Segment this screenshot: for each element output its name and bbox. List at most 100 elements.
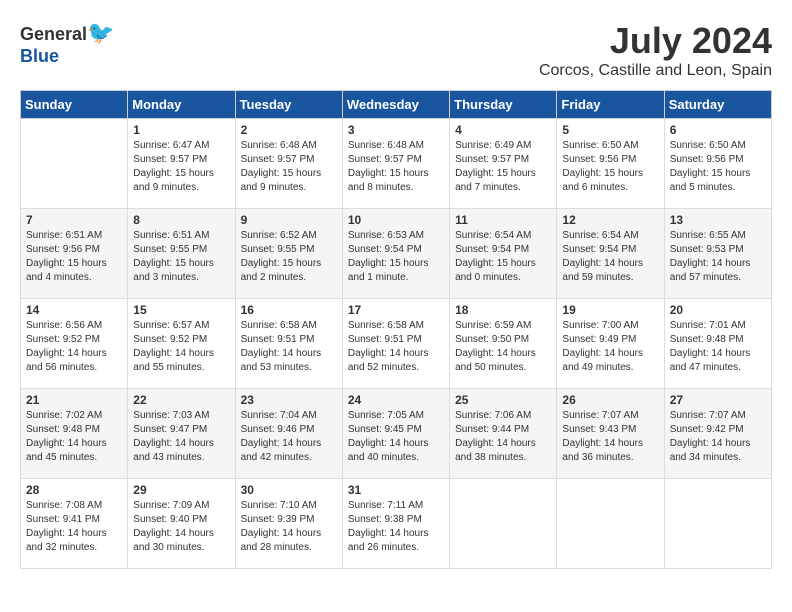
day-number: 2 <box>241 123 337 137</box>
calendar-cell: 28 Sunrise: 7:08 AMSunset: 9:41 PMDayligh… <box>21 479 128 569</box>
day-number: 26 <box>562 393 658 407</box>
month-year-title: July 2024 <box>539 20 772 62</box>
calendar-cell: 16 Sunrise: 6:58 AMSunset: 9:51 PMDayligh… <box>235 299 342 389</box>
day-number: 7 <box>26 213 122 227</box>
day-info: Sunrise: 6:59 AMSunset: 9:50 PMDaylight:… <box>455 319 551 375</box>
day-info: Sunrise: 6:49 AMSunset: 9:57 PMDaylight:… <box>455 139 551 195</box>
day-number: 1 <box>133 123 229 137</box>
day-number: 12 <box>562 213 658 227</box>
calendar-cell: 11Sunrise: 6:54 AMSunset: 9:54 PMDayligh… <box>450 209 557 299</box>
calendar-cell: 18 Sunrise: 6:59 AMSunset: 9:50 PMDayligh… <box>450 299 557 389</box>
day-number: 20 <box>670 303 766 317</box>
calendar-cell: 27Sunrise: 7:07 AMSunset: 9:42 PMDayligh… <box>664 389 771 479</box>
calendar-cell: 26 Sunrise: 7:07 AMSunset: 9:43 PMDayligh… <box>557 389 664 479</box>
day-info: Sunrise: 7:01 AMSunset: 9:48 PMDaylight:… <box>670 319 766 375</box>
day-info: Sunrise: 7:11 AMSunset: 9:38 PMDaylight:… <box>348 499 444 555</box>
day-of-week-header: Saturday <box>664 91 771 119</box>
calendar-cell: 12 Sunrise: 6:54 AMSunset: 9:54 PMDayligh… <box>557 209 664 299</box>
calendar-cell: 7 Sunrise: 6:51 AMSunset: 9:56 PMDaylight… <box>21 209 128 299</box>
day-info: Sunrise: 6:50 AMSunset: 9:56 PMDaylight:… <box>562 139 658 195</box>
title-block: July 2024 Corcos, Castille and Leon, Spa… <box>539 20 772 80</box>
calendar-cell <box>557 479 664 569</box>
day-info: Sunrise: 6:52 AMSunset: 9:55 PMDaylight:… <box>241 229 337 285</box>
day-info: Sunrise: 6:54 AMSunset: 9:54 PMDaylight:… <box>562 229 658 285</box>
calendar-cell: 6 Sunrise: 6:50 AMSunset: 9:56 PMDaylight… <box>664 119 771 209</box>
day-number: 5 <box>562 123 658 137</box>
calendar-cell: 29Sunrise: 7:09 AMSunset: 9:40 PMDayligh… <box>128 479 235 569</box>
day-of-week-header: Sunday <box>21 91 128 119</box>
day-info: Sunrise: 6:51 AMSunset: 9:56 PMDaylight:… <box>26 229 122 285</box>
day-number: 27 <box>670 393 766 407</box>
day-number: 6 <box>670 123 766 137</box>
calendar-cell <box>21 119 128 209</box>
page-header: General🐦 Blue July 2024 Corcos, Castille… <box>20 20 772 80</box>
day-of-week-header: Tuesday <box>235 91 342 119</box>
calendar-cell: 5 Sunrise: 6:50 AMSunset: 9:56 PMDaylight… <box>557 119 664 209</box>
day-info: Sunrise: 6:50 AMSunset: 9:56 PMDaylight:… <box>670 139 766 195</box>
logo-bird-icon: 🐦 <box>87 20 114 45</box>
calendar-cell: 24 Sunrise: 7:05 AMSunset: 9:45 PMDayligh… <box>342 389 449 479</box>
day-info: Sunrise: 6:58 AMSunset: 9:51 PMDaylight:… <box>348 319 444 375</box>
day-info: Sunrise: 7:03 AMSunset: 9:47 PMDaylight:… <box>133 409 229 465</box>
day-info: Sunrise: 7:08 AMSunset: 9:41 PMDaylight:… <box>26 499 122 555</box>
calendar-week-row: 1 Sunrise: 6:47 AMSunset: 9:57 PMDaylight… <box>21 119 772 209</box>
day-info: Sunrise: 7:09 AMSunset: 9:40 PMDaylight:… <box>133 499 229 555</box>
day-of-week-header: Friday <box>557 91 664 119</box>
day-number: 14 <box>26 303 122 317</box>
calendar-cell: 19 Sunrise: 7:00 AMSunset: 9:49 PMDayligh… <box>557 299 664 389</box>
day-of-week-header: Monday <box>128 91 235 119</box>
day-info: Sunrise: 6:58 AMSunset: 9:51 PMDaylight:… <box>241 319 337 375</box>
day-number: 22 <box>133 393 229 407</box>
calendar-cell: 31 Sunrise: 7:11 AMSunset: 9:38 PMDayligh… <box>342 479 449 569</box>
calendar-week-row: 28 Sunrise: 7:08 AMSunset: 9:41 PMDayligh… <box>21 479 772 569</box>
calendar-cell: 30 Sunrise: 7:10 AMSunset: 9:39 PMDayligh… <box>235 479 342 569</box>
day-info: Sunrise: 6:51 AMSunset: 9:55 PMDaylight:… <box>133 229 229 285</box>
day-number: 30 <box>241 483 337 497</box>
day-number: 9 <box>241 213 337 227</box>
calendar-week-row: 21Sunrise: 7:02 AMSunset: 9:48 PMDayligh… <box>21 389 772 479</box>
calendar-week-row: 7 Sunrise: 6:51 AMSunset: 9:56 PMDaylight… <box>21 209 772 299</box>
calendar-cell <box>450 479 557 569</box>
day-number: 28 <box>26 483 122 497</box>
day-info: Sunrise: 7:10 AMSunset: 9:39 PMDaylight:… <box>241 499 337 555</box>
day-info: Sunrise: 7:00 AMSunset: 9:49 PMDaylight:… <box>562 319 658 375</box>
calendar-cell: 4Sunrise: 6:49 AMSunset: 9:57 PMDaylight… <box>450 119 557 209</box>
calendar-cell: 23 Sunrise: 7:04 AMSunset: 9:46 PMDayligh… <box>235 389 342 479</box>
day-info: Sunrise: 6:48 AMSunset: 9:57 PMDaylight:… <box>241 139 337 195</box>
day-number: 19 <box>562 303 658 317</box>
day-number: 3 <box>348 123 444 137</box>
day-info: Sunrise: 7:07 AMSunset: 9:43 PMDaylight:… <box>562 409 658 465</box>
day-of-week-header: Wednesday <box>342 91 449 119</box>
day-number: 15 <box>133 303 229 317</box>
day-info: Sunrise: 6:47 AMSunset: 9:57 PMDaylight:… <box>133 139 229 195</box>
day-number: 24 <box>348 393 444 407</box>
day-number: 21 <box>26 393 122 407</box>
day-number: 23 <box>241 393 337 407</box>
calendar-cell: 14 Sunrise: 6:56 AMSunset: 9:52 PMDayligh… <box>21 299 128 389</box>
calendar-cell: 9 Sunrise: 6:52 AMSunset: 9:55 PMDaylight… <box>235 209 342 299</box>
day-number: 18 <box>455 303 551 317</box>
calendar-cell: 22 Sunrise: 7:03 AMSunset: 9:47 PMDayligh… <box>128 389 235 479</box>
calendar-cell: 13 Sunrise: 6:55 AMSunset: 9:53 PMDayligh… <box>664 209 771 299</box>
calendar-cell: 10Sunrise: 6:53 AMSunset: 9:54 PMDayligh… <box>342 209 449 299</box>
day-info: Sunrise: 7:06 AMSunset: 9:44 PMDaylight:… <box>455 409 551 465</box>
day-info: Sunrise: 6:56 AMSunset: 9:52 PMDaylight:… <box>26 319 122 375</box>
day-info: Sunrise: 7:05 AMSunset: 9:45 PMDaylight:… <box>348 409 444 465</box>
calendar-cell <box>664 479 771 569</box>
logo: General🐦 Blue <box>20 20 114 67</box>
calendar-cell: 3Sunrise: 6:48 AMSunset: 9:57 PMDaylight… <box>342 119 449 209</box>
day-number: 10 <box>348 213 444 227</box>
day-info: Sunrise: 6:55 AMSunset: 9:53 PMDaylight:… <box>670 229 766 285</box>
calendar-cell: 17 Sunrise: 6:58 AMSunset: 9:51 PMDayligh… <box>342 299 449 389</box>
calendar-header-row: SundayMondayTuesdayWednesdayThursdayFrid… <box>21 91 772 119</box>
day-number: 13 <box>670 213 766 227</box>
day-number: 11 <box>455 213 551 227</box>
day-info: Sunrise: 7:04 AMSunset: 9:46 PMDaylight:… <box>241 409 337 465</box>
logo-general: General <box>20 24 87 44</box>
day-number: 17 <box>348 303 444 317</box>
calendar-table: SundayMondayTuesdayWednesdayThursdayFrid… <box>20 90 772 569</box>
day-number: 31 <box>348 483 444 497</box>
day-number: 8 <box>133 213 229 227</box>
day-number: 16 <box>241 303 337 317</box>
calendar-cell: 25Sunrise: 7:06 AMSunset: 9:44 PMDayligh… <box>450 389 557 479</box>
